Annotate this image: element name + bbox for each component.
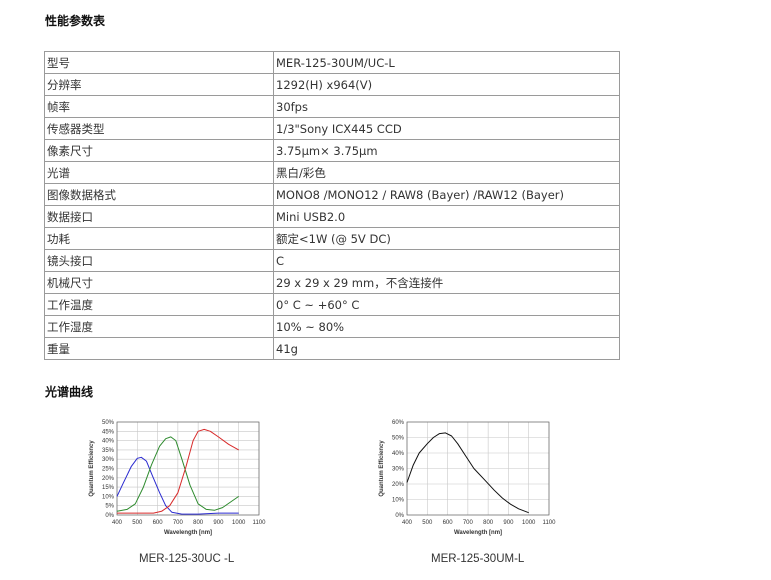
spec-value: 10% ~ 80% — [273, 315, 620, 338]
y-tick-label: 40% — [392, 451, 405, 457]
table-row: 型号 MER-125-30UM/UC-L — [44, 51, 620, 74]
spec-label: 像素尺寸 — [44, 139, 274, 162]
table-row: 光谱 黑白/彩色 — [44, 161, 620, 184]
y-tick-label: 50% — [392, 436, 405, 442]
spec-value: 0° C ~ +60° C — [273, 293, 620, 316]
table-row: 像素尺寸 3.75μm× 3.75μm — [44, 139, 620, 162]
x-tick-label: 900 — [213, 520, 224, 526]
y-tick-label: 25% — [102, 467, 115, 473]
y-tick-label: 0% — [105, 513, 114, 519]
x-tick-label: 600 — [153, 520, 164, 526]
spec-value: 41g — [273, 337, 620, 360]
color-qe-caption: MER-125-30UC -L — [139, 553, 235, 565]
spec-value: MER-125-30UM/UC-L — [273, 51, 620, 74]
x-tick-label: 500 — [132, 520, 143, 526]
y-tick-label: 60% — [392, 420, 405, 426]
table-row: 镜头接口 C — [44, 249, 620, 272]
y-tick-label: 20% — [102, 476, 115, 482]
specs-section-title: 性能参数表 — [45, 14, 106, 28]
spec-value: 黑白/彩色 — [273, 161, 620, 184]
table-row: 工作温度 0° C ~ +60° C — [44, 293, 620, 316]
spec-value: 29 x 29 x 29 mm，不含连接件 — [273, 271, 620, 294]
spec-label: 帧率 — [44, 95, 274, 118]
table-row: 分辨率 1292(H) x964(V) — [44, 73, 620, 96]
x-tick-label: 1100 — [543, 520, 557, 526]
y-tick-label: 50% — [102, 420, 115, 426]
spec-label: 工作温度 — [44, 293, 274, 316]
x-tick-label: 400 — [112, 520, 123, 526]
table-row: 帧率 30fps — [44, 95, 620, 118]
y-tick-label: 20% — [392, 482, 405, 488]
x-tick-label: 1000 — [232, 520, 246, 526]
x-tick-label: 1100 — [253, 520, 267, 526]
spec-value: 额定<1W (@ 5V DC) — [273, 227, 620, 250]
spec-value: 30fps — [273, 95, 620, 118]
spec-label: 数据接口 — [44, 205, 274, 228]
y-tick-label: 30% — [392, 467, 405, 473]
specs-table: 型号 MER-125-30UM/UC-L 分辨率 1292(H) x964(V) 帧率 3… — [44, 51, 620, 360]
y-tick-label: 40% — [102, 439, 115, 445]
color-qe-chart: 0% 5% 10% 15% 20% 25% 30% 35% 40% 45% 50% 400 500 600… — [86, 414, 296, 542]
y-tick-label: 5% — [105, 504, 114, 510]
table-row: 传感器类型 1/3"Sony ICX445 CCD — [44, 117, 620, 140]
spec-label: 功耗 — [44, 227, 274, 250]
spec-value: 1292(H) x964(V) — [273, 73, 620, 96]
x-tick-label: 700 — [173, 520, 184, 526]
spec-label: 工作湿度 — [44, 315, 274, 338]
y-tick-label: 45% — [102, 429, 115, 435]
y-tick-label: 35% — [102, 448, 115, 454]
spec-label: 光谱 — [44, 161, 274, 184]
spec-value: Mini USB2.0 — [273, 205, 620, 228]
spec-label: 分辨率 — [44, 73, 274, 96]
spec-value: C — [273, 249, 620, 272]
mono-qe-caption: MER-125-30UM-L — [431, 553, 525, 565]
x-tick-label: 800 — [483, 520, 494, 526]
spectrum-section-title: 光谱曲线 — [45, 385, 94, 399]
table-row: 功耗 额定<1W (@ 5V DC) — [44, 227, 620, 250]
y-tick-label: 10% — [392, 498, 405, 504]
color-qe-chart-svg: 0% 5% 10% 15% 20% 25% 30% 35% 40% 45% 50% 400 500 600… — [89, 420, 267, 536]
table-row: 机械尺寸 29 x 29 x 29 mm，不含连接件 — [44, 271, 620, 294]
mono-qe-chart: 0% 10% 20% 30% 40% 50% 60% 400 500 600 700 800 900 10… — [376, 414, 586, 542]
spec-label: 型号 — [44, 51, 274, 74]
y-axis-label: Quantum Efficiency — [89, 440, 95, 497]
x-tick-label: 400 — [402, 520, 413, 526]
mono-qe-chart-svg: 0% 10% 20% 30% 40% 50% 60% 400 500 600 700 800 900 10… — [379, 420, 557, 536]
x-tick-label: 1000 — [522, 520, 536, 526]
x-tick-label: 600 — [443, 520, 454, 526]
x-tick-label: 500 — [422, 520, 433, 526]
spec-value: MONO8 /MONO12 / RAW8 (Bayer) /RAW12 (Bay… — [273, 183, 620, 206]
table-row: 数据接口 Mini USB2.0 — [44, 205, 620, 228]
spec-label: 镜头接口 — [44, 249, 274, 272]
x-axis-label: Wavelength [nm] — [164, 530, 212, 536]
x-axis-label: Wavelength [nm] — [454, 530, 502, 536]
x-tick-label: 800 — [193, 520, 204, 526]
y-tick-label: 15% — [102, 485, 115, 491]
table-row: 工作湿度 10% ~ 80% — [44, 315, 620, 338]
x-tick-label: 700 — [463, 520, 474, 526]
spec-value: 1/3"Sony ICX445 CCD — [273, 117, 620, 140]
y-tick-label: 30% — [102, 457, 115, 463]
spec-label: 传感器类型 — [44, 117, 274, 140]
spec-label: 重量 — [44, 337, 274, 360]
y-tick-label: 10% — [102, 494, 115, 500]
y-tick-label: 0% — [395, 513, 404, 519]
table-row: 重量 41g — [44, 337, 620, 360]
x-tick-label: 900 — [503, 520, 514, 526]
y-axis-label: Quantum Efficiency — [379, 440, 385, 497]
spec-label: 图像数据格式 — [44, 183, 274, 206]
spec-value: 3.75μm× 3.75μm — [273, 139, 620, 162]
spec-label: 机械尺寸 — [44, 271, 274, 294]
table-row: 图像数据格式 MONO8 /MONO12 / RAW8 (Bayer) /RAW1… — [44, 183, 620, 206]
